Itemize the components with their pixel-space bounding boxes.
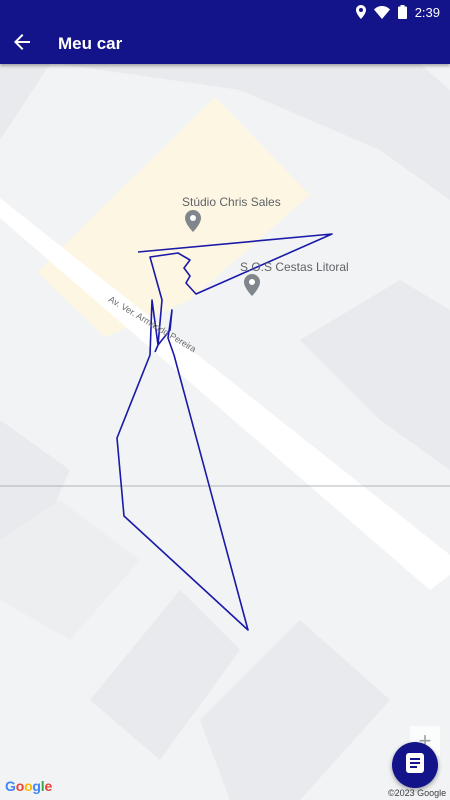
- status-bar: 2:39: [0, 0, 450, 24]
- map-view[interactable]: Stúdio Chris Sales S.O.S Cestas Litoral …: [0, 64, 450, 800]
- clock-time: 2:39: [414, 4, 440, 20]
- arrow-back-icon: [14, 33, 30, 55]
- map-canvas: [0, 64, 450, 800]
- app-bar: Meu car: [0, 24, 450, 64]
- poi-label[interactable]: Stúdio Chris Sales: [182, 195, 281, 209]
- location-icon: [355, 5, 366, 19]
- wifi-icon: [373, 5, 390, 19]
- fab-list-button[interactable]: [392, 742, 438, 788]
- list-document-icon: [404, 752, 426, 779]
- page-title: Meu car: [58, 34, 123, 53]
- google-logo: Google: [5, 778, 53, 794]
- map-copyright: ©2023 Google: [388, 788, 447, 798]
- back-button[interactable]: [0, 24, 44, 64]
- poi-label[interactable]: S.O.S Cestas Litoral: [240, 260, 349, 274]
- battery-icon: [397, 5, 407, 19]
- screen: 2:39 Meu car Stúdio Chris Sales S.O.S Ce…: [0, 0, 450, 800]
